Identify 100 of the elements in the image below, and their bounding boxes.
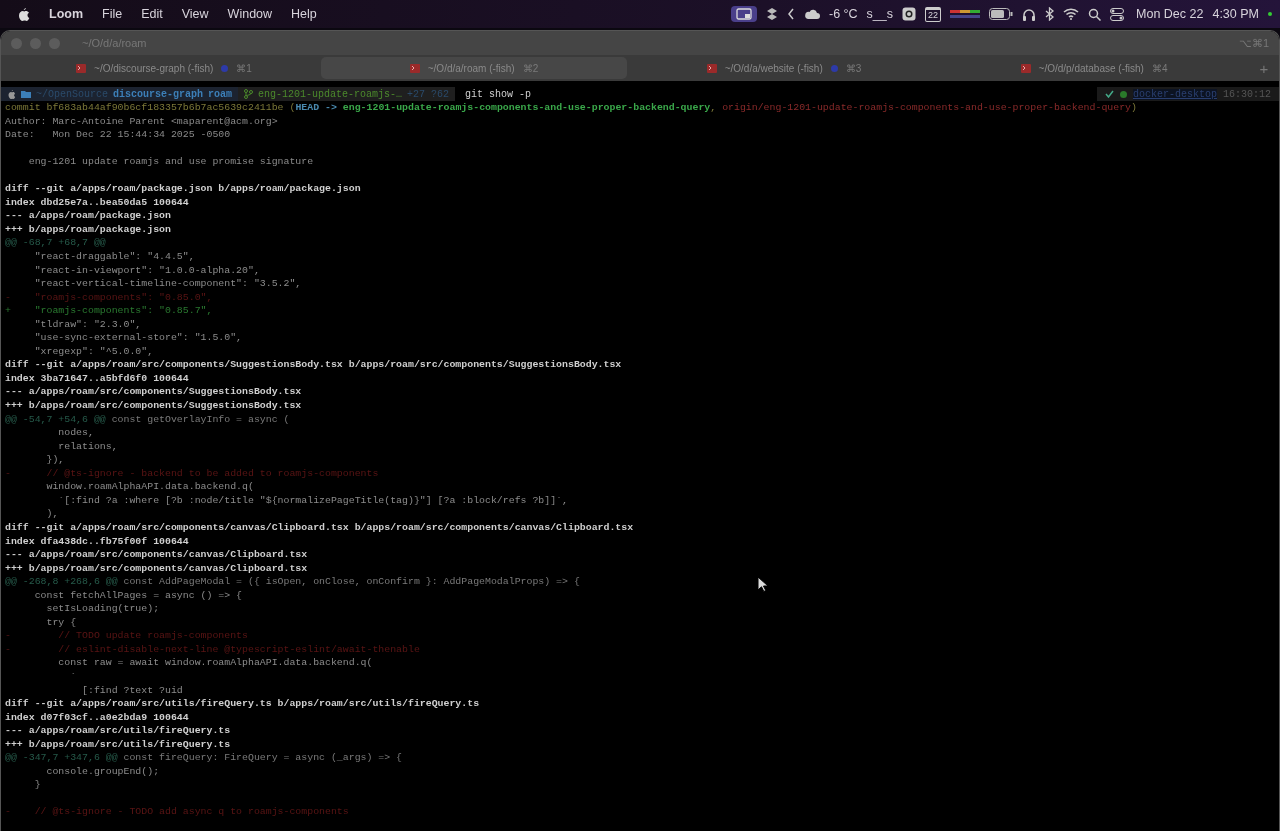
code-line: "xregexp": "^5.0.0", [33, 345, 154, 357]
kube-context: docker-desktop [1132, 88, 1217, 100]
code-line: } [33, 779, 41, 791]
menu-item[interactable]: Window [227, 7, 273, 21]
code-line: nodes, [57, 427, 94, 439]
menu-item[interactable]: Help [291, 7, 317, 21]
chevron-left-icon[interactable] [787, 8, 795, 20]
activity-bars-icon [950, 9, 981, 19]
temperature: -6 °C [829, 7, 858, 21]
hunk-context: const AddPageModal = ({ isOpen, onClose, onConfirm }: AddPageModalProps) => { [122, 576, 580, 588]
app-menu[interactable]: Loom [49, 7, 84, 21]
diff-header: index dfa438dc..fb75f00f 100644 [5, 535, 189, 547]
removed-line: - // eslint-disable-next-line @typescript-eslint/await-thenable [5, 643, 420, 655]
terminal-icon [1020, 63, 1031, 73]
removed-line: - // @ts-ignore - backend to be added to roamjs-components [5, 467, 379, 479]
cloud-icon[interactable] [804, 8, 820, 20]
mouse-pointer-icon [757, 576, 768, 592]
screen-record-icon[interactable] [736, 8, 752, 20]
diff-header: --- a/apps/roam/src/components/SuggestionsBody.tsx [5, 386, 302, 398]
user-name[interactable]: s__s [866, 7, 893, 21]
code-line: ` [69, 670, 77, 682]
menu-item[interactable]: Edit [141, 7, 163, 21]
wifi-icon[interactable] [1063, 8, 1080, 20]
remote-ref: origin/eng-1201-update-roamjs-components-and-use-proper-backend-query [722, 102, 1132, 113]
folder-icon [21, 90, 31, 98]
box-icon[interactable] [766, 7, 778, 21]
code-line: console.groupEnd(); [45, 765, 160, 777]
control-center-icon[interactable] [1110, 7, 1125, 21]
diff-header: diff --git a/apps/roam/src/utils/fireQuery.ts b/apps/roam/src/utils/fireQuery.ts [5, 698, 480, 710]
code-line: "react-draggable": "4.4.5", [33, 251, 195, 262]
ref-separator: , [710, 102, 717, 113]
record-icon[interactable] [902, 7, 916, 21]
apple-icon[interactable] [16, 6, 30, 22]
terminal-icon [409, 63, 420, 73]
battery-icon[interactable] [989, 8, 1014, 20]
code-line: "react-vertical-timeline-component": "3.5.2", [33, 278, 302, 290]
code-line: ), [45, 508, 59, 520]
diff-header: index dbd25e7a..bea50da5 100644 [5, 196, 189, 208]
prompt-clock: 16:30:12 [1223, 88, 1271, 100]
tab-title: ~/O/discourse-graph (-fish) [94, 62, 214, 74]
hunk-context: const getOverlayInfo = async ( [110, 413, 290, 425]
paren: ( [289, 102, 296, 113]
code-line: [:find ?text ?uid [81, 684, 183, 696]
diff-header: +++ b/apps/roam/src/components/canvas/Clipboard.tsx [5, 562, 308, 574]
search-icon[interactable] [1088, 7, 1102, 21]
indicator-dot-icon [1268, 12, 1272, 16]
menu-date[interactable]: Mon Dec 22 [1136, 7, 1204, 21]
tab-title: ~/O/d/a/roam (-fish) [427, 62, 515, 74]
calendar-day[interactable]: 22 [925, 6, 942, 22]
code-line: }), [45, 454, 65, 466]
removed-line: - // @ts-ignore - TODO add async q to roamjs-components [5, 806, 349, 818]
terminal-icon [76, 63, 87, 73]
diff-header: --- a/apps/roam/src/utils/fireQuery.ts [5, 725, 231, 737]
diff-header: index 3ba71647..a5bfd6f0 100644 [5, 372, 189, 384]
terminal-icon [706, 63, 717, 73]
tab-shortcut: ⌘1 [236, 62, 252, 74]
diff-header: --- a/apps/roam/src/components/canvas/Clipboard.tsx [5, 549, 308, 561]
command-input[interactable]: git show -p [465, 88, 532, 100]
menu-clock[interactable]: 4:30 PM [1212, 7, 1259, 21]
code-line: "use-sync-external-store": "1.5.0", [33, 332, 243, 344]
code-line: const raw = await window.roamAlphaAPI.data.backend.q( [57, 657, 373, 669]
hunk-range: @@ -347,7 +347,6 @@ [5, 752, 118, 764]
diff-header: diff --git a/apps/roam/package.json b/apps/roam/package.json [5, 183, 361, 195]
head-ref: HEAD -> [295, 102, 337, 113]
tab-shortcut: ⌘4 [1151, 62, 1168, 74]
tab-title: ~/O/d/p/database (-fish) [1038, 62, 1144, 74]
code-line: relations, [57, 440, 118, 452]
hunk-range: @@ -68,7 +68,7 @@ [5, 237, 106, 249]
commit-hash: commit bf683ab44af90b6cf183357b6b7ac5639c2411be [5, 102, 284, 113]
bluetooth-icon[interactable] [1045, 7, 1055, 21]
diff-header: +++ b/apps/roam/src/utils/fireQuery.ts [5, 738, 231, 750]
menu-item[interactable]: File [102, 7, 123, 21]
code-line: `[:find ?a :where [?b :node/title "${normalizePageTitle(tag)}"] [?a :block/refs ?b]]`, [57, 494, 568, 506]
headphones-icon[interactable] [1022, 7, 1037, 21]
hunk-range: @@ -268,8 +268,6 @@ [5, 576, 118, 588]
code-line: const fetchAllPages = async () => { [33, 589, 243, 601]
code-line: "react-in-viewport": "1.0.0-alpha.20", [33, 264, 260, 276]
repo-name: discourse-graph [113, 88, 204, 100]
hunk-range: @@ -54,7 +54,6 @@ [5, 413, 106, 425]
check-icon [1104, 90, 1114, 98]
status-dot-icon [1119, 90, 1127, 98]
paren: ) [1131, 102, 1137, 113]
tab-shortcut: ⌘3 [845, 62, 862, 74]
dir-name: roam [208, 88, 233, 100]
removed-line: - // TODO update roamjs-components [5, 630, 248, 642]
diff-header: diff --git a/apps/roam/src/components/SuggestionsBody.tsx b/apps/roam/src/components/SuggestionsBody.tsx [5, 359, 622, 371]
tab-title: ~/O/d/a/website (-fish) [724, 62, 823, 74]
commit-info: Author: Marc-Antoine Parent <maparent@acm.org> [5, 115, 278, 127]
git-branch-icon [244, 89, 254, 99]
diff-header: index d07f03cf..a0e2bda9 100644 [5, 711, 189, 723]
code-line: setIsLoading(true); [45, 603, 160, 615]
apple-icon [7, 88, 16, 100]
commit-info: Date: Mon Dec 22 15:44:34 2025 -0500 [5, 129, 231, 141]
added-line: + "roamjs-components": "0.85.7", [5, 305, 213, 317]
code-line: window.roamAlphaAPI.data.backend.q( [45, 481, 254, 493]
commit-info: eng-1201 update roamjs and use promise signature [27, 156, 314, 168]
code-line: try { [45, 616, 77, 628]
menu-item[interactable]: View [181, 7, 209, 21]
code-line: "tldraw": "2.3.0", [33, 318, 142, 330]
git-status: +27 ?62 [407, 88, 450, 100]
